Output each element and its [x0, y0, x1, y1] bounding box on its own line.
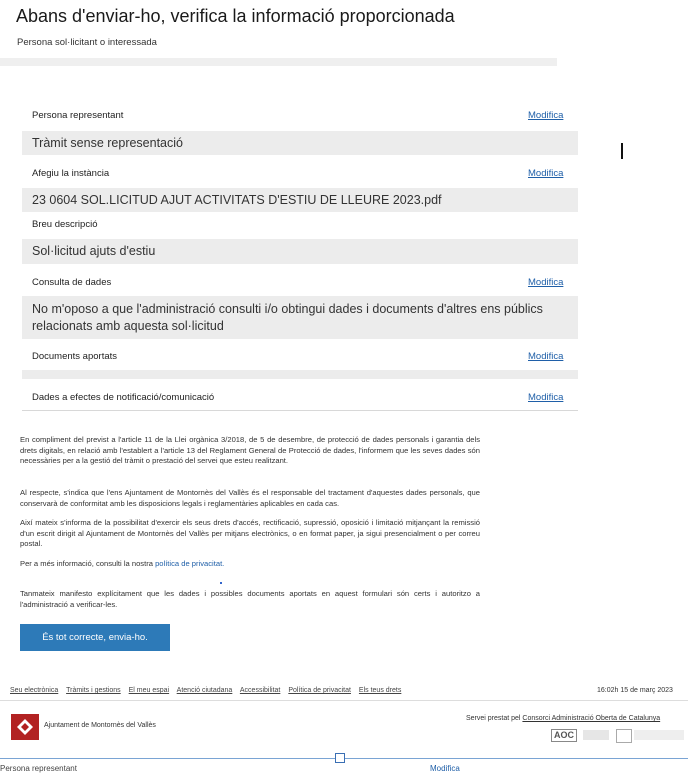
cut-off-modify-link[interactable]: Modifica	[430, 764, 460, 773]
modify-link-consulta[interactable]: Modifica	[528, 277, 563, 288]
footer-links: Seu electrònica Tràmits i gestions El me…	[10, 687, 407, 694]
consorci-aoc-link[interactable]: Consorci Administració Oberta de Catalun…	[522, 715, 660, 722]
privacy-info-text: Per a més informació, consulti la nostra	[20, 559, 156, 568]
modify-link-representant[interactable]: Modifica	[528, 110, 563, 121]
value-descripcio: Sol·licitud ajuts d'estiu	[22, 239, 578, 264]
privacy-policy-link[interactable]: política de privacitat.	[155, 559, 224, 568]
legal-paragraph-3: Així mateix s'informa de la possibilitat…	[20, 518, 480, 548]
resize-handle-icon[interactable]	[335, 753, 345, 763]
section-label-notificacio: Dades a efectes de notificació/comunicac…	[32, 392, 215, 403]
modify-link-instancia[interactable]: Modifica	[528, 168, 563, 179]
value-representant: Tràmit sense representació	[22, 131, 578, 155]
cut-off-section-label: Persona representant	[0, 764, 77, 773]
section-label-instancia: Afegiu la instància	[32, 168, 110, 179]
footer-link-accessibilitat[interactable]: Accessibilitat	[240, 687, 280, 694]
page-subtitle: Persona sol·licitant o interessada	[17, 37, 157, 48]
legal-paragraph-2: Al respecte, s'indica que l'ens Ajuntame…	[20, 488, 480, 508]
truncated-section-strip	[0, 58, 557, 66]
modify-link-notificacio[interactable]: Modifica	[528, 392, 563, 403]
footer-divider	[0, 700, 688, 701]
value-instancia: 23 0604 SOL.LICITUD AJUT ACTIVITATS D'ES…	[22, 188, 578, 212]
dot-mark	[220, 582, 222, 584]
aoc-logo-icon: AOC	[551, 729, 577, 742]
footer-link-drets[interactable]: Els teus drets	[359, 687, 401, 694]
footer-link-atencio[interactable]: Atenció ciutadana	[177, 687, 233, 694]
servei-prestat: Servei prestat pel Consorci Administraci…	[466, 715, 660, 722]
ajuntament-logo-icon	[11, 714, 39, 740]
section-label-descripcio: Breu descripció	[32, 219, 98, 230]
section-label-documents: Documents aportats	[32, 351, 118, 362]
footer-timestamp: 16:02h 15 de març 2023	[597, 687, 673, 694]
page-title: Abans d'enviar-ho, verifica la informaci…	[16, 6, 455, 26]
section-label-consulta: Consulta de dades	[32, 277, 112, 288]
modify-link-documents[interactable]: Modifica	[528, 351, 563, 362]
org-name: Ajuntament de Montornès del Vallès	[44, 722, 156, 729]
submit-button[interactable]: És tot correcte, envia-ho.	[20, 624, 170, 651]
footer-link-privacitat[interactable]: Política de privacitat	[288, 687, 351, 694]
servei-prefix: Servei prestat pel	[466, 715, 523, 722]
legal-paragraph-1: En compliment del previst a l'article 11…	[20, 435, 480, 465]
value-documents	[22, 370, 578, 379]
section-divider	[22, 410, 578, 411]
section-label-representant: Persona representant	[32, 110, 124, 121]
footer-link-espai[interactable]: El meu espai	[129, 687, 169, 694]
eu-funding-logo	[634, 730, 684, 740]
footer-link-tramits[interactable]: Tràmits i gestions	[66, 687, 121, 694]
footer-link-seu[interactable]: Seu electrònica	[10, 687, 58, 694]
eu-flag-icon	[616, 729, 632, 743]
aoc-subtext-logo	[583, 730, 609, 740]
legal-paragraph-5: Tanmateix manifesto explícitament que le…	[20, 589, 480, 609]
value-consulta: No m'oposo a que l'administració consult…	[22, 296, 578, 339]
text-cursor-icon	[621, 143, 623, 159]
legal-paragraph-4: Per a més informació, consulti la nostra…	[20, 559, 480, 570]
